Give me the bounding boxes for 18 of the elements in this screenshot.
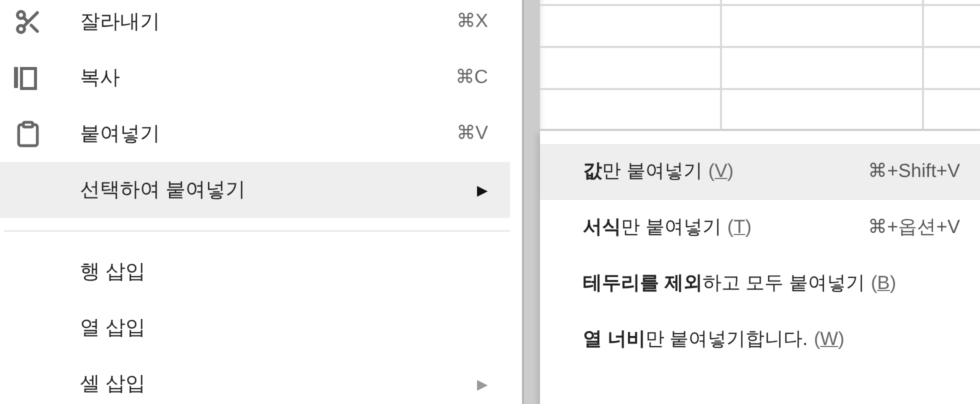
submenu-item[interactable]: 값만 붙여넣기 (V) ⌘+Shift+V — [540, 144, 980, 200]
shortcut-text: ⌘C — [455, 66, 488, 90]
submenu-arrow: ▶ — [477, 374, 488, 394]
shortcut-text: ⌘V — [456, 122, 488, 146]
submenu-item[interactable]: 테두리를 제외하고 모두 붙여넣기 (B) — [540, 256, 980, 312]
shortcut-text: ⌘+옵션+V — [868, 216, 960, 240]
shortcut-text: ⌘X — [456, 10, 488, 34]
copy-icon — [14, 65, 38, 91]
access-key: (V) — [708, 158, 734, 186]
access-key: (T) — [727, 214, 752, 242]
submenu-item[interactable]: 열 너비만 붙여넣기합니다. (W) — [540, 312, 980, 368]
scissors-icon — [14, 8, 42, 36]
access-key: (B) — [870, 270, 896, 298]
access-key: (W) — [814, 326, 844, 354]
shortcut-text: ⌘+Shift+V — [868, 160, 960, 184]
menu-item[interactable]: 선택하여 붙여넣기 ▶ — [0, 162, 510, 218]
submenu-item[interactable]: 서식만 붙여넣기 (T) ⌘+옵션+V — [540, 200, 980, 256]
submenu-arrow: ▶ — [477, 180, 488, 200]
